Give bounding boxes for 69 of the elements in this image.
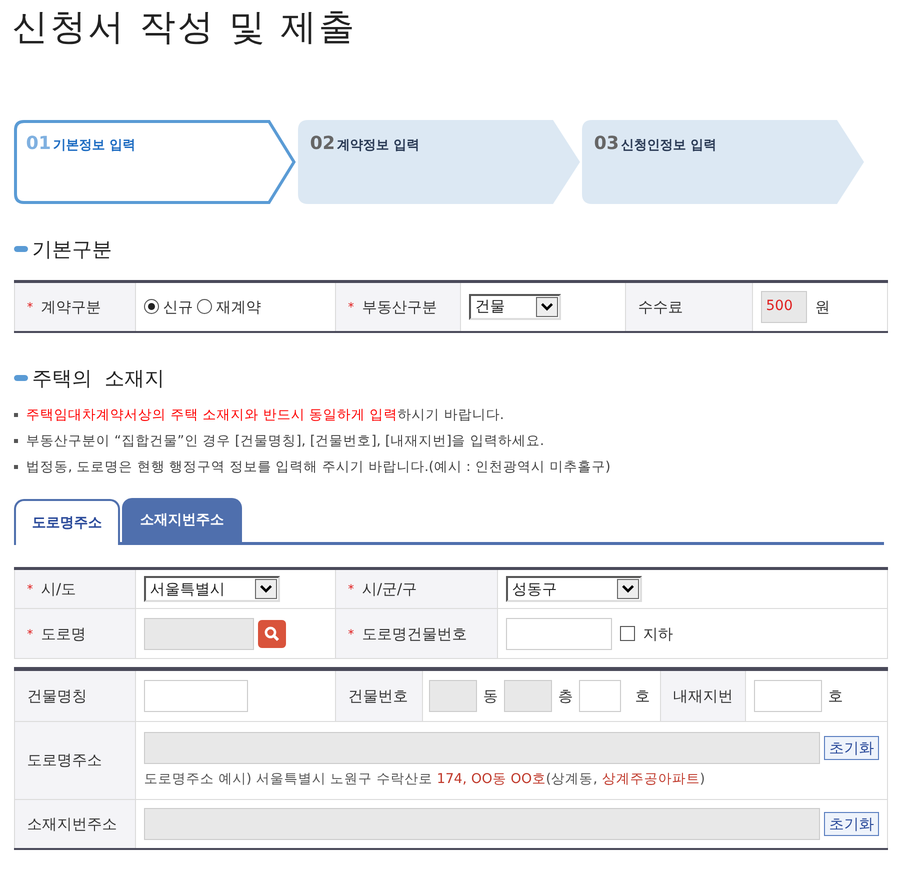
- bullet-icon: [14, 438, 18, 443]
- chevron-down-icon: [255, 579, 277, 600]
- step-tab[interactable]: 03 신청인정보 입력: [582, 120, 864, 204]
- step-tab[interactable]: 02 계약정보 입력: [298, 120, 580, 204]
- required-mark: *: [348, 581, 354, 598]
- required-mark: *: [27, 626, 33, 643]
- unit-label: 호: [828, 686, 843, 707]
- step-number: 01: [26, 132, 52, 156]
- unit-label: 호: [635, 686, 650, 707]
- building-name-field[interactable]: [144, 680, 248, 712]
- field-label: 부동산구분: [362, 296, 437, 318]
- address-tab[interactable]: 소재지번주소: [122, 498, 242, 542]
- step-tab[interactable]: 01 기본정보 입력: [14, 120, 296, 204]
- lot-address-field[interactable]: [144, 808, 820, 840]
- building-number-field[interactable]: [506, 618, 612, 650]
- radio-option[interactable]: 신규: [144, 296, 193, 318]
- bullet-icon: [14, 412, 18, 417]
- field-label: 내재지번: [673, 686, 733, 707]
- required-mark: *: [27, 298, 33, 316]
- road-address-field[interactable]: [144, 732, 820, 764]
- address-tab[interactable]: 도로명주소: [14, 499, 120, 546]
- search-icon: [264, 626, 280, 642]
- required-mark: *: [348, 626, 354, 643]
- unit-label: 층: [558, 686, 573, 707]
- reset-button[interactable]: 초기화: [824, 812, 879, 836]
- field-label: 시/군/구: [362, 579, 418, 600]
- field-label: 건물명칭: [27, 686, 87, 707]
- step-number: 02: [310, 132, 336, 156]
- radio-option[interactable]: 재계약: [197, 296, 261, 318]
- fee-field: 500: [761, 290, 807, 323]
- notice-text: 주택임대차계약서상의 주택 소재지와 반드시 동일하게 입력 하시기 바랍니다.: [26, 406, 504, 424]
- field-label: 소재지번주소: [27, 814, 117, 835]
- reset-button[interactable]: 초기화: [824, 736, 879, 760]
- basement-checkbox[interactable]: 지하: [620, 622, 673, 645]
- step-label: 신청인정보 입력: [621, 137, 717, 155]
- input-field[interactable]: [579, 680, 621, 712]
- field-label: 계약구분: [41, 296, 101, 318]
- unit-label: 동: [483, 686, 498, 707]
- chevron-down-icon: [617, 579, 639, 600]
- step-number: 03: [594, 132, 620, 156]
- input-field[interactable]: [504, 680, 552, 712]
- dropdown[interactable]: 서울특별시: [144, 576, 280, 602]
- notice-text: 부동산구분이 “집합건물”인 경우 [건물명칭], [건물번호], [내재지번]을 입력하세요.: [26, 432, 544, 451]
- field-label: 도로명주소: [27, 750, 102, 771]
- notice-text: 법정동, 도로명은 현행 행정구역 정보를 입력해 주시기 바랍니다.(예시 : 인천광역시 미추홀구): [26, 458, 611, 477]
- step-label: 기본정보 입력: [53, 137, 136, 155]
- field-label: 도로명건물번호: [362, 624, 467, 644]
- required-mark: *: [27, 581, 33, 598]
- dropdown[interactable]: 건물: [469, 294, 561, 320]
- chevron-down-icon: [536, 296, 558, 317]
- bullet-icon: [14, 374, 28, 380]
- field-label: 건물번호: [348, 686, 408, 707]
- inner-lot-field[interactable]: [754, 680, 822, 712]
- required-mark: *: [348, 298, 354, 316]
- bullet-icon: [14, 465, 18, 470]
- section-heading: 기본구분: [32, 236, 112, 263]
- field-label: 시/도: [41, 579, 76, 600]
- dropdown[interactable]: 성동구: [506, 576, 642, 602]
- search-button[interactable]: [258, 620, 286, 648]
- page-title: 신청서 작성 및 제출: [12, 6, 358, 46]
- bullet-icon: [14, 246, 28, 252]
- section-heading: 주택의 소재지: [32, 364, 165, 392]
- field-label: 수수료: [638, 296, 683, 318]
- step-label: 계약정보 입력: [337, 137, 420, 155]
- currency-unit: 원: [815, 296, 830, 318]
- example-text: 도로명주소 예시) 서울특별시 노원구 수락산로 174, OO동 OO호(상계동, 상계주공아파트): [144, 770, 706, 789]
- road-name-field[interactable]: [144, 618, 254, 650]
- input-field[interactable]: [429, 680, 477, 712]
- field-label: 도로명: [41, 624, 86, 644]
